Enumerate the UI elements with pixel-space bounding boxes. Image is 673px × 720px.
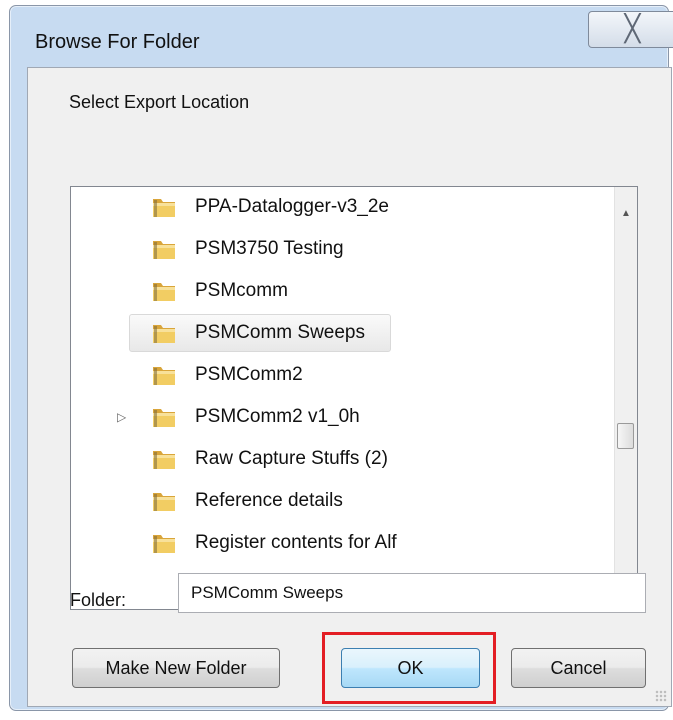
tree-item[interactable]: PPA-Datalogger-v3_2e	[71, 187, 617, 229]
scroll-up-icon[interactable]: ▲	[615, 203, 637, 225]
folder-field-label: Folder:	[70, 590, 127, 610]
dialog-window: Browse For Folder ╳ Select Export Locati…	[9, 5, 673, 711]
folder-tree-list: PPA-Datalogger-v3_2e PSM3750 Testing PSMco…	[71, 187, 617, 609]
tree-item[interactable]: Raw Capture Stuffs (2)	[71, 439, 617, 481]
expand-arrow-icon[interactable]: ▷	[117, 410, 126, 424]
close-icon: ╳	[624, 13, 641, 43]
tree-item-label: PSM3750 Testing	[195, 238, 344, 259]
make-new-folder-button[interactable]: Make New Folder	[72, 648, 280, 688]
folder-field[interactable]	[178, 573, 646, 613]
close-button[interactable]: ╳	[588, 11, 673, 48]
folder-icon	[153, 241, 175, 259]
tree-item-label: PSMComm2 v1_0h	[195, 406, 360, 427]
tree-item-label: PSMComm Sweeps	[195, 322, 365, 343]
folder-icon	[153, 367, 175, 385]
prompt-text: Select Export Location	[69, 92, 250, 112]
tree-item-label: Reference details	[195, 490, 343, 511]
tree-item[interactable]: ▷ PSMComm2 v1_0h	[71, 397, 617, 439]
ok-highlight-box	[322, 632, 496, 704]
dialog-body: Select Export Location PPA-Datalogger-v3…	[27, 67, 672, 707]
tree-item-label: Raw Capture Stuffs (2)	[195, 448, 388, 469]
cancel-button[interactable]: Cancel	[511, 648, 646, 688]
tree-scrollbar[interactable]: ▲ ▼	[614, 187, 637, 609]
folder-tree[interactable]: PPA-Datalogger-v3_2e PSM3750 Testing PSMco…	[70, 186, 638, 610]
folder-icon	[153, 493, 175, 511]
tree-item[interactable]: Reference details	[71, 481, 617, 523]
folder-icon	[153, 325, 175, 343]
tree-item-label: PPA-Datalogger-v3_2e	[195, 196, 389, 217]
tree-item-label: PSMcomm	[195, 280, 288, 301]
tree-item-label: PSMComm2	[195, 364, 303, 385]
folder-icon	[153, 409, 175, 427]
tree-item[interactable]: PSMComm2	[71, 355, 617, 397]
folder-icon	[153, 451, 175, 469]
dialog-title: Browse For Folder	[35, 31, 200, 53]
resize-grip-icon[interactable]	[655, 690, 667, 702]
scroll-thumb[interactable]	[617, 423, 634, 449]
tree-item-label: Register contents for Alf	[195, 532, 397, 553]
tree-item[interactable]: Register contents for Alf	[71, 523, 617, 565]
folder-icon	[153, 283, 175, 301]
tree-item[interactable]: PSM3750 Testing	[71, 229, 617, 271]
folder-icon	[153, 535, 175, 553]
tree-item[interactable]: PSMComm Sweeps	[71, 313, 617, 355]
tree-item[interactable]: PSMcomm	[71, 271, 617, 313]
folder-icon	[153, 199, 175, 217]
